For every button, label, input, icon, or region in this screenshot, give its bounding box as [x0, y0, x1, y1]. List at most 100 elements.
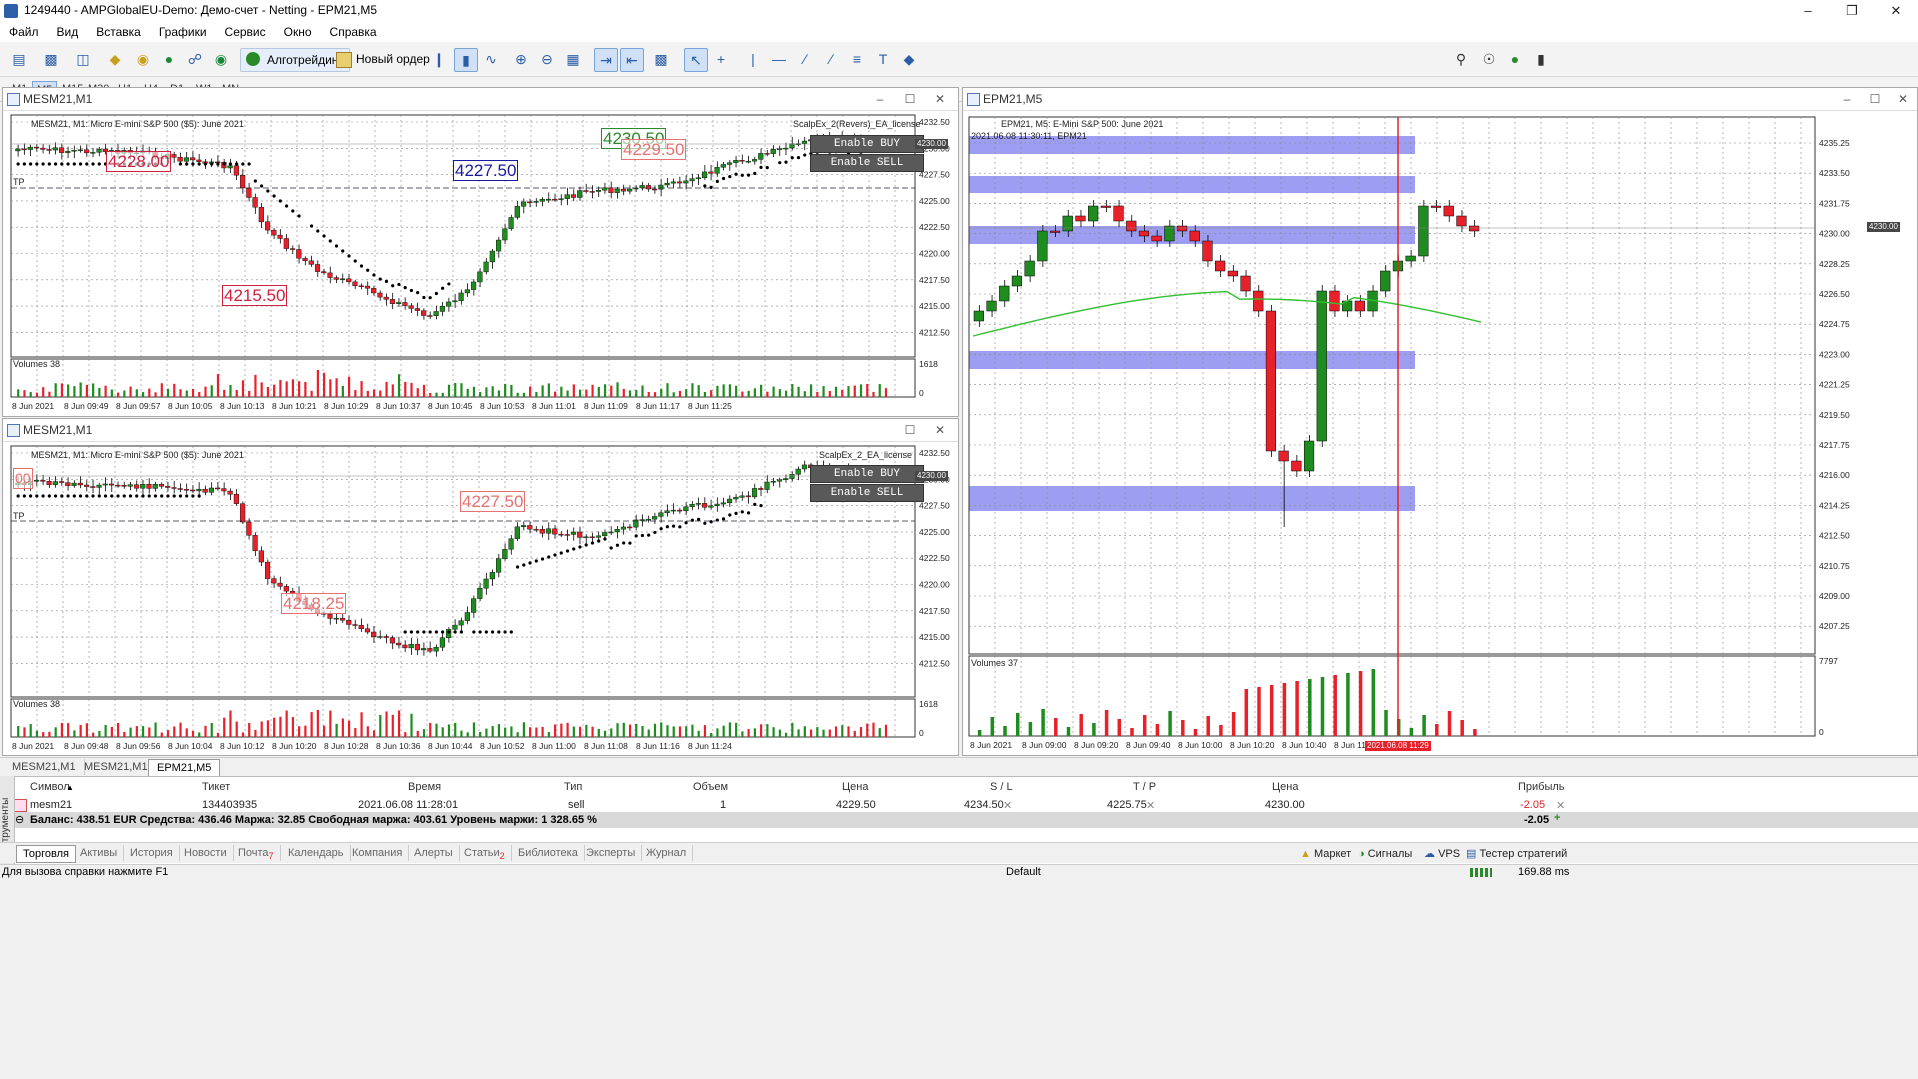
templates-icon[interactable]: ▩	[40, 48, 62, 70]
add-icon[interactable]: +	[1554, 812, 1560, 824]
autoscroll-icon[interactable]: ⇥	[594, 48, 618, 72]
col-time[interactable]: Время	[408, 781, 441, 793]
metaeditor-icon[interactable]: ◉	[210, 48, 232, 70]
chart-close-icon[interactable]: ✕	[926, 421, 954, 439]
chart-minimize-icon[interactable]: –	[1833, 90, 1861, 108]
chart-tab[interactable]: MESM21,M1	[76, 759, 157, 775]
enable-buy-button[interactable]: Enable BUY	[810, 465, 924, 483]
indicators-icon[interactable]: ▩	[650, 48, 672, 70]
tab-journal[interactable]: Журнал	[640, 845, 694, 861]
enable-sell-button[interactable]: Enable SELL	[810, 484, 924, 502]
search-icon[interactable]: ⚲	[1450, 48, 1472, 70]
menu-charts[interactable]: Графики	[150, 22, 216, 42]
tab-assets[interactable]: Активы	[74, 845, 125, 861]
channel-icon[interactable]: ∕	[820, 48, 842, 70]
tab-company[interactable]: Компания	[346, 845, 410, 861]
col-volume[interactable]: Объем	[693, 781, 728, 793]
col-symbol[interactable]: Символ	[30, 781, 70, 793]
enable-buy-button[interactable]: Enable BUY	[810, 135, 924, 153]
chart-maximize-icon[interactable]: ☐	[896, 90, 924, 108]
chart-plot[interactable]: 4235.25 4233.50 4231.75 4230.00 4228.25 4226.…	[963, 111, 1915, 754]
row-tp[interactable]: 4225.75	[1107, 799, 1147, 811]
chart-window-mesm21-2[interactable]: MESM21,M1 ☐ ✕ 4232.50 4230.00 4227.50 4225.…	[2, 418, 959, 756]
menu-insert[interactable]: Вставка	[87, 22, 150, 42]
profiles-icon[interactable]: ◫	[72, 48, 94, 70]
tab-news[interactable]: Новости	[178, 845, 234, 861]
remove-sl-icon[interactable]: ✕	[1003, 799, 1012, 812]
data-window-icon[interactable]: ●	[158, 48, 180, 70]
close-position-icon[interactable]: ✕	[1556, 799, 1565, 812]
line-chart-icon[interactable]: ∿	[480, 48, 502, 70]
bar-chart-icon[interactable]: ❙	[428, 48, 450, 70]
trendline-icon[interactable]: ∕	[794, 48, 816, 70]
menu-help[interactable]: Справка	[321, 22, 386, 42]
zoom-out-icon[interactable]: ⊖	[536, 48, 558, 70]
chart-window-mesm21-1[interactable]: MESM21,M1 – ☐ ✕ 4232.50 4230.00 4227.50 422…	[2, 87, 959, 417]
tile-windows-icon[interactable]: ▦	[562, 48, 584, 70]
volume-bar	[141, 726, 145, 737]
chart-close-icon[interactable]: ✕	[926, 90, 954, 108]
zoom-in-icon[interactable]: ⊕	[510, 48, 532, 70]
enable-sell-button[interactable]: Enable SELL	[810, 154, 924, 172]
market-button[interactable]: ▲ Маркет	[1300, 846, 1351, 862]
minimize-icon[interactable]: –	[1786, 0, 1830, 22]
menu-tools[interactable]: Сервис	[216, 22, 275, 42]
shapes-icon[interactable]: ◆	[898, 48, 920, 70]
collapse-icon[interactable]: ⊖	[15, 813, 24, 826]
chart-tab[interactable]: MESM21,M1	[4, 759, 85, 775]
chart-close-icon[interactable]: ✕	[1889, 90, 1917, 108]
tab-alerts[interactable]: Алерты	[408, 845, 460, 861]
col-tp[interactable]: T / P	[1133, 781, 1156, 793]
chart-maximize-icon[interactable]: ☐	[1861, 90, 1889, 108]
tab-mailbox[interactable]: Почта7	[232, 845, 281, 861]
connection-icon[interactable]: ▮	[1530, 48, 1552, 70]
cursor-icon[interactable]: ↖	[684, 48, 708, 72]
tab-calendar[interactable]: Календарь	[282, 845, 351, 861]
strategy-tester-icon[interactable]: ☍	[184, 48, 206, 70]
strategy-tester-button[interactable]: ▤ Тестер стратегий	[1466, 846, 1567, 862]
tab-articles[interactable]: Статьи2	[458, 845, 512, 861]
trail-dot	[509, 630, 513, 634]
menu-view[interactable]: Вид	[48, 22, 88, 42]
col-type[interactable]: Тип	[564, 781, 582, 793]
menu-file[interactable]: Файл	[0, 22, 48, 42]
col-profit[interactable]: Прибыль	[1518, 781, 1565, 793]
tab-experts[interactable]: Эксперты	[580, 845, 643, 861]
row-symbol[interactable]: mesm21	[30, 799, 72, 811]
navigator-icon[interactable]: ◉	[132, 48, 154, 70]
market-watch-icon[interactable]: ◆	[104, 48, 126, 70]
candlestick-icon[interactable]: ▮	[454, 48, 478, 72]
tab-history[interactable]: История	[124, 845, 180, 861]
account-icon[interactable]: ☉	[1478, 48, 1500, 70]
tab-trade[interactable]: Торговля	[16, 845, 76, 863]
chart-shift-icon[interactable]: ⇤	[620, 48, 644, 72]
crosshair-icon[interactable]: +	[710, 48, 732, 70]
col-cur-price[interactable]: Цена	[1272, 781, 1298, 793]
cursor-time-tag: 2021.06.08 11:29	[1365, 741, 1431, 751]
fibonacci-icon[interactable]: ≡	[846, 48, 868, 70]
signal-icon[interactable]: ●	[1504, 48, 1526, 70]
menu-window[interactable]: Окно	[275, 22, 321, 42]
col-sl[interactable]: S / L	[990, 781, 1013, 793]
horizontal-line-icon[interactable]: —	[768, 48, 790, 70]
vps-button[interactable]: ☁ VPS	[1424, 846, 1460, 862]
trail-dot	[16, 494, 20, 498]
text-icon[interactable]: T	[872, 48, 894, 70]
vertical-line-icon[interactable]: |	[742, 48, 764, 70]
chart-maximize-icon[interactable]: ☐	[896, 421, 924, 439]
candle	[677, 509, 683, 512]
row-sl[interactable]: 4234.50	[964, 799, 1004, 811]
restore-icon[interactable]: ❐	[1830, 0, 1874, 22]
tab-codebase[interactable]: Библиотека	[512, 845, 585, 861]
chart-tab[interactable]: EPM21,M5	[148, 759, 221, 776]
chart-minimize-icon[interactable]: –	[866, 90, 894, 108]
candle	[127, 484, 133, 487]
col-price[interactable]: Цена	[842, 781, 868, 793]
chart-window-epm21[interactable]: EPM21,M5 – ☐ ✕ 4235.25 4233.50 4231.75 4230…	[962, 87, 1918, 756]
signals-button[interactable]: ◑ Сигналы	[1358, 846, 1412, 862]
remove-tp-icon[interactable]: ✕	[1146, 799, 1155, 812]
candle	[289, 248, 296, 250]
new-chart-icon[interactable]: ▤	[8, 48, 30, 70]
close-icon[interactable]: ✕	[1874, 0, 1918, 22]
col-ticket[interactable]: Тикет	[202, 781, 230, 793]
